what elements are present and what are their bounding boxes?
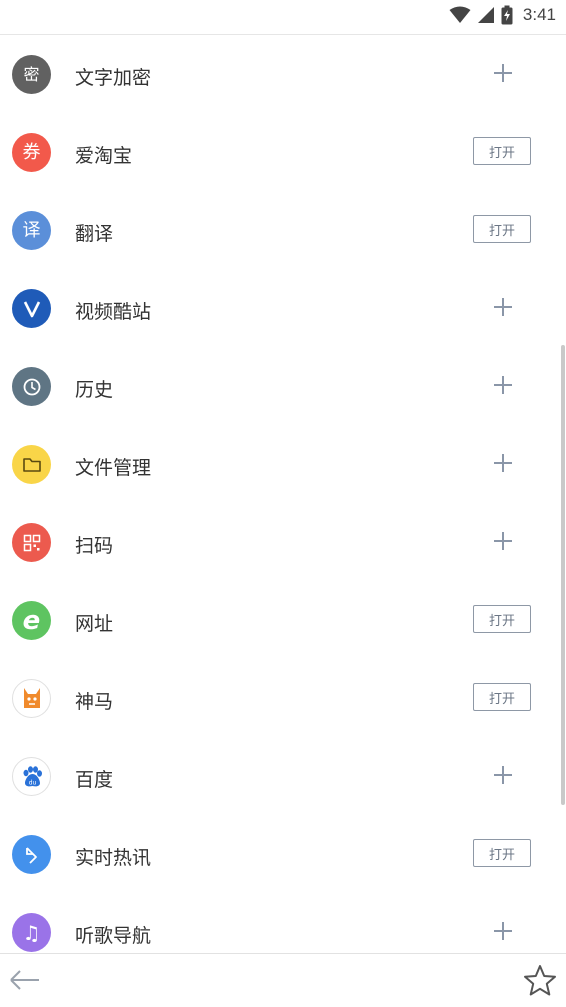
bottom-toolbar <box>0 953 566 1007</box>
add-button[interactable] <box>492 374 514 396</box>
qr-code-icon <box>12 523 51 562</box>
list-item-history[interactable]: 历史 <box>0 347 566 425</box>
list-item-music-nav[interactable]: ♫ 听歌导航 <box>0 893 566 953</box>
list-item-label: 视频酷站 <box>75 301 152 323</box>
folder-icon <box>12 445 51 484</box>
list-item-label: 百度 <box>75 769 114 791</box>
list-item-video-site[interactable]: 视频酷站 <box>0 269 566 347</box>
list-item-label: 爱淘宝 <box>75 145 133 167</box>
video-icon <box>12 289 51 328</box>
web-address-icon: e <box>12 601 51 640</box>
baidu-paw-icon: du <box>12 757 51 796</box>
open-button[interactable]: 打开 <box>473 137 531 165</box>
status-time: 3:41 <box>522 5 556 24</box>
status-icons: 3:41 <box>449 4 556 26</box>
list-item-label: 听歌导航 <box>75 925 152 947</box>
battery-charging-icon <box>501 5 513 25</box>
list-item-web-address[interactable]: e 网址 打开 <box>0 581 566 659</box>
cellular-signal-icon <box>477 7 494 23</box>
add-button[interactable] <box>492 452 514 474</box>
add-button[interactable] <box>492 296 514 318</box>
list-item-label: 翻译 <box>75 223 114 245</box>
coupon-icon: 券 <box>12 133 51 172</box>
list-item-label: 实时热讯 <box>75 847 152 869</box>
open-button[interactable]: 打开 <box>473 839 531 867</box>
back-button[interactable] <box>8 964 42 996</box>
tool-list: 密 文字加密 券 爱淘宝 打开 译 翻译 打开 视频酷站 历史 文件管理 扫码 … <box>0 35 566 953</box>
list-item-hot-news[interactable]: 实时热讯 打开 <box>0 815 566 893</box>
lock-text-icon: 密 <box>12 55 51 94</box>
open-button[interactable]: 打开 <box>473 683 531 711</box>
add-button[interactable] <box>492 920 514 942</box>
list-item-ai-taobao[interactable]: 券 爱淘宝 打开 <box>0 113 566 191</box>
status-bar: 3:41 <box>0 0 566 35</box>
add-button[interactable] <box>492 764 514 786</box>
clock-icon <box>12 367 51 406</box>
list-item-baidu[interactable]: du 百度 <box>0 737 566 815</box>
translate-icon: 译 <box>12 211 51 250</box>
list-item-label: 文字加密 <box>75 67 152 89</box>
music-note-icon: ♫ <box>12 913 51 952</box>
list-item-shenma[interactable]: 神马 打开 <box>0 659 566 737</box>
list-item-scan[interactable]: 扫码 <box>0 503 566 581</box>
list-item-label: 网址 <box>75 613 114 635</box>
list-item-label: 扫码 <box>75 535 114 557</box>
scrollbar[interactable] <box>561 345 565 805</box>
star-outline-icon <box>524 965 556 996</box>
list-item-text-encryption[interactable]: 密 文字加密 <box>0 35 566 113</box>
arrow-left-icon <box>10 970 39 990</box>
favorite-button[interactable] <box>522 963 558 999</box>
open-button[interactable]: 打开 <box>473 605 531 633</box>
hot-news-icon <box>12 835 51 874</box>
svg-text:du: du <box>28 779 36 786</box>
open-button[interactable]: 打开 <box>473 215 531 243</box>
shenma-icon <box>12 679 51 718</box>
list-item-label: 文件管理 <box>75 457 152 479</box>
wifi-icon <box>449 6 471 23</box>
list-item-translate[interactable]: 译 翻译 打开 <box>0 191 566 269</box>
list-item-label: 历史 <box>75 379 114 401</box>
add-button[interactable] <box>492 62 514 84</box>
list-item-label: 神马 <box>75 691 114 713</box>
list-item-file-manager[interactable]: 文件管理 <box>0 425 566 503</box>
add-button[interactable] <box>492 530 514 552</box>
